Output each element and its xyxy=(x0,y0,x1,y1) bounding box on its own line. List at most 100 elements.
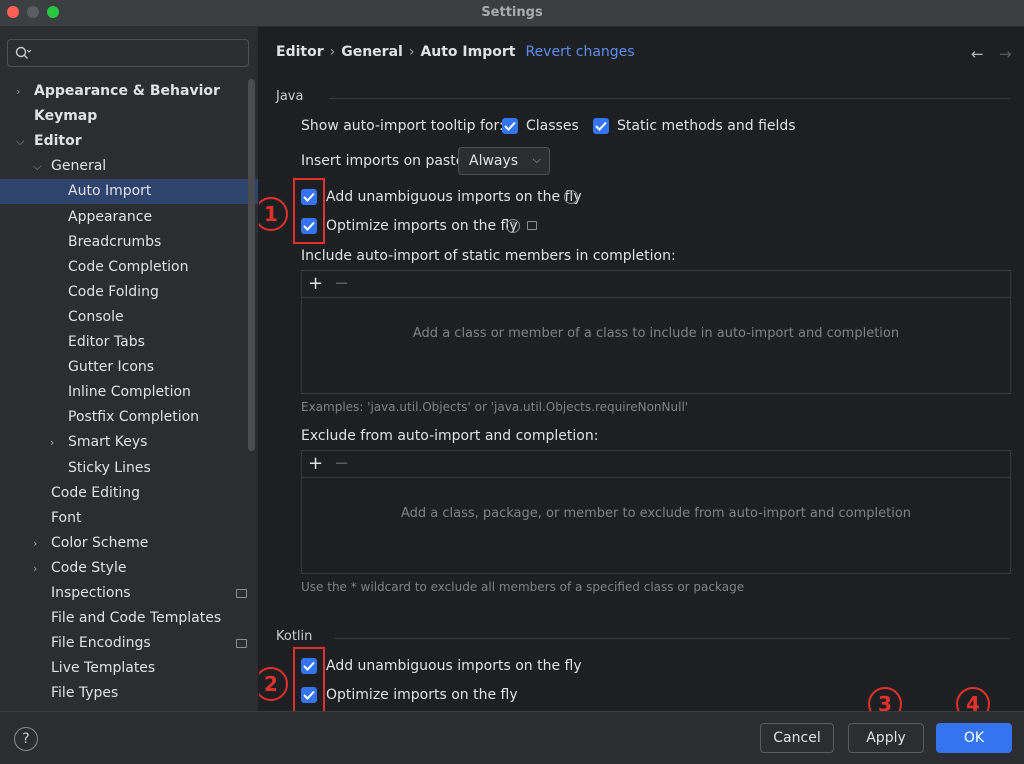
sidebar-item-file-and-code-templates[interactable]: File and Code Templates xyxy=(0,606,258,631)
exclude-list[interactable]: + − Add a class, package, or member to e… xyxy=(301,450,1011,574)
chevron-right-icon[interactable]: › xyxy=(33,531,37,556)
chevron-right-icon[interactable]: › xyxy=(33,556,37,581)
static-methods-label[interactable]: Static methods and fields xyxy=(617,118,796,134)
breadcrumb-editor[interactable]: Editor xyxy=(276,44,324,60)
search-icon xyxy=(15,46,31,59)
include-list[interactable]: + − Add a class or member of a class to … xyxy=(301,270,1011,394)
kotlin-section-divider xyxy=(335,638,1010,639)
sidebar-item-label: Smart Keys xyxy=(68,434,148,451)
sidebar-item-code-folding[interactable]: Code Folding xyxy=(0,280,258,305)
include-hint: Examples: 'java.util.Objects' or 'java.u… xyxy=(301,400,689,414)
help-icon[interactable]: ? xyxy=(506,219,520,233)
title-bar: Settings xyxy=(0,0,1024,27)
apply-button[interactable]: Apply xyxy=(848,723,924,753)
help-icon[interactable]: ? xyxy=(564,190,578,204)
paste-dropdown[interactable]: Always ⌵ xyxy=(458,147,550,175)
forward-arrow-icon[interactable]: → xyxy=(999,45,1012,63)
java-unambiguous-label[interactable]: Add unambiguous imports on the fly xyxy=(326,189,582,205)
sidebar-item-auto-import[interactable]: Auto Import xyxy=(0,179,258,205)
sidebar-item-appearance-behavior[interactable]: › Appearance & Behavior xyxy=(0,79,258,104)
sidebar-item-label: Postfix Completion xyxy=(68,409,200,426)
static-methods-checkbox[interactable] xyxy=(593,118,609,134)
help-button[interactable]: ? xyxy=(14,727,38,751)
sidebar-item-label: Auto Import xyxy=(68,183,152,200)
breadcrumb-auto-import: Auto Import xyxy=(420,44,516,60)
checkmark-icon xyxy=(595,121,607,131)
paste-dropdown-value: Always xyxy=(469,153,519,169)
revert-changes-link[interactable]: Revert changes xyxy=(525,44,634,60)
sidebar-item-label: Color Scheme xyxy=(51,534,149,551)
checkmark-icon xyxy=(504,121,516,131)
sidebar-item-label: Editor xyxy=(34,133,82,150)
chevron-right-icon[interactable]: › xyxy=(50,430,54,455)
cancel-button[interactable]: Cancel xyxy=(760,723,834,753)
sidebar-item-label: Font xyxy=(51,509,82,526)
exclude-label: Exclude from auto-import and completion: xyxy=(301,428,599,444)
sidebar-item-code-style[interactable]: › Code Style xyxy=(0,556,258,581)
chevron-right-icon: › xyxy=(329,44,336,60)
paste-label: Insert imports on paste: xyxy=(301,153,470,169)
sidebar-item-label: Code Style xyxy=(51,559,127,576)
chevron-down-icon[interactable]: ⌵ xyxy=(33,154,41,179)
sidebar-item-smart-keys[interactable]: › Smart Keys xyxy=(0,430,258,455)
sidebar-item-label: Code Folding xyxy=(68,283,159,300)
dialog-footer: ? Cancel Apply OK xyxy=(0,711,1024,764)
sidebar-item-sticky-lines[interactable]: Sticky Lines xyxy=(0,456,258,481)
sidebar-item-label: Appearance & Behavior xyxy=(34,83,220,99)
ok-button[interactable]: OK xyxy=(936,723,1012,753)
sidebar-item-label: Console xyxy=(68,308,124,325)
include-empty-text: Add a class or member of a class to incl… xyxy=(412,326,900,341)
classes-label[interactable]: Classes xyxy=(526,118,579,134)
sidebar-item-file-types[interactable]: File Types xyxy=(0,681,258,706)
sidebar-item-label: Inspections xyxy=(51,585,131,601)
kotlin-unambiguous-label[interactable]: Add unambiguous imports on the fly xyxy=(326,658,582,674)
breadcrumb-general[interactable]: General xyxy=(341,44,403,60)
exclude-empty-text: Add a class, package, or member to exclu… xyxy=(400,506,912,521)
project-scope-icon xyxy=(527,221,537,230)
project-scope-icon xyxy=(236,639,247,649)
sidebar-item-appearance[interactable]: Appearance xyxy=(0,205,258,230)
sidebar-item-inspections[interactable]: Inspections xyxy=(0,581,258,606)
sidebar-item-label: Inline Completion xyxy=(68,384,191,401)
sidebar-item-console[interactable]: Console xyxy=(0,305,258,330)
sidebar-item-label: File Types xyxy=(51,685,119,702)
chevron-right-icon[interactable]: › xyxy=(16,79,20,104)
settings-content: Editor › General › Auto Import Revert changes… xyxy=(259,27,1024,711)
sidebar-item-inline-completion[interactable]: Inline Completion xyxy=(0,380,258,405)
sidebar-item-label: File and Code Templates xyxy=(51,610,222,627)
chevron-down-icon[interactable]: ⌵ xyxy=(16,129,24,154)
sidebar-item-live-templates[interactable]: Live Templates xyxy=(0,656,258,681)
java-optimize-label[interactable]: Optimize imports on the fly xyxy=(326,218,518,234)
sidebar-item-breadcrumbs[interactable]: Breadcrumbs xyxy=(0,230,258,255)
java-section-title: Java xyxy=(276,89,304,104)
chevron-right-icon: › xyxy=(408,44,415,60)
add-icon[interactable]: + xyxy=(308,271,323,297)
search-input[interactable] xyxy=(7,39,249,67)
sidebar-item-editor-tabs[interactable]: Editor Tabs xyxy=(0,330,258,355)
sidebar-item-keymap[interactable]: Keymap xyxy=(0,104,258,129)
exclude-hint: Use the * wildcard to exclude all member… xyxy=(301,580,745,594)
sidebar-item-file-encodings[interactable]: File Encodings xyxy=(0,631,258,656)
sidebar-item-label: Live Templates xyxy=(51,660,156,677)
chevron-down-icon: ⌵ xyxy=(532,153,541,166)
remove-icon[interactable]: − xyxy=(334,451,349,477)
add-icon[interactable]: + xyxy=(308,451,323,477)
sidebar-item-label: Editor Tabs xyxy=(68,334,145,350)
tooltip-label: Show auto-import tooltip for: xyxy=(301,118,504,134)
annotation-box-2 xyxy=(293,647,325,711)
sidebar-item-general[interactable]: ⌵ General xyxy=(0,154,258,179)
sidebar-item-label: Appearance xyxy=(68,208,153,225)
sidebar-item-code-completion[interactable]: Code Completion xyxy=(0,255,258,280)
sidebar-item-color-scheme[interactable]: › Color Scheme xyxy=(0,531,258,556)
back-arrow-icon[interactable]: ← xyxy=(971,45,984,63)
sidebar-scrollbar[interactable] xyxy=(248,79,255,451)
classes-checkbox[interactable] xyxy=(502,118,518,134)
sidebar-item-gutter-icons[interactable]: Gutter Icons xyxy=(0,355,258,380)
sidebar-item-font[interactable]: Font xyxy=(0,506,258,531)
sidebar-item-editor[interactable]: ⌵ Editor xyxy=(0,129,258,154)
sidebar-item-postfix-completion[interactable]: Postfix Completion xyxy=(0,405,258,430)
remove-icon[interactable]: − xyxy=(334,271,349,297)
sidebar-item-code-editing[interactable]: Code Editing xyxy=(0,481,258,506)
kotlin-optimize-label[interactable]: Optimize imports on the fly xyxy=(326,687,518,703)
annotation-marker-2: 2 xyxy=(259,667,288,701)
